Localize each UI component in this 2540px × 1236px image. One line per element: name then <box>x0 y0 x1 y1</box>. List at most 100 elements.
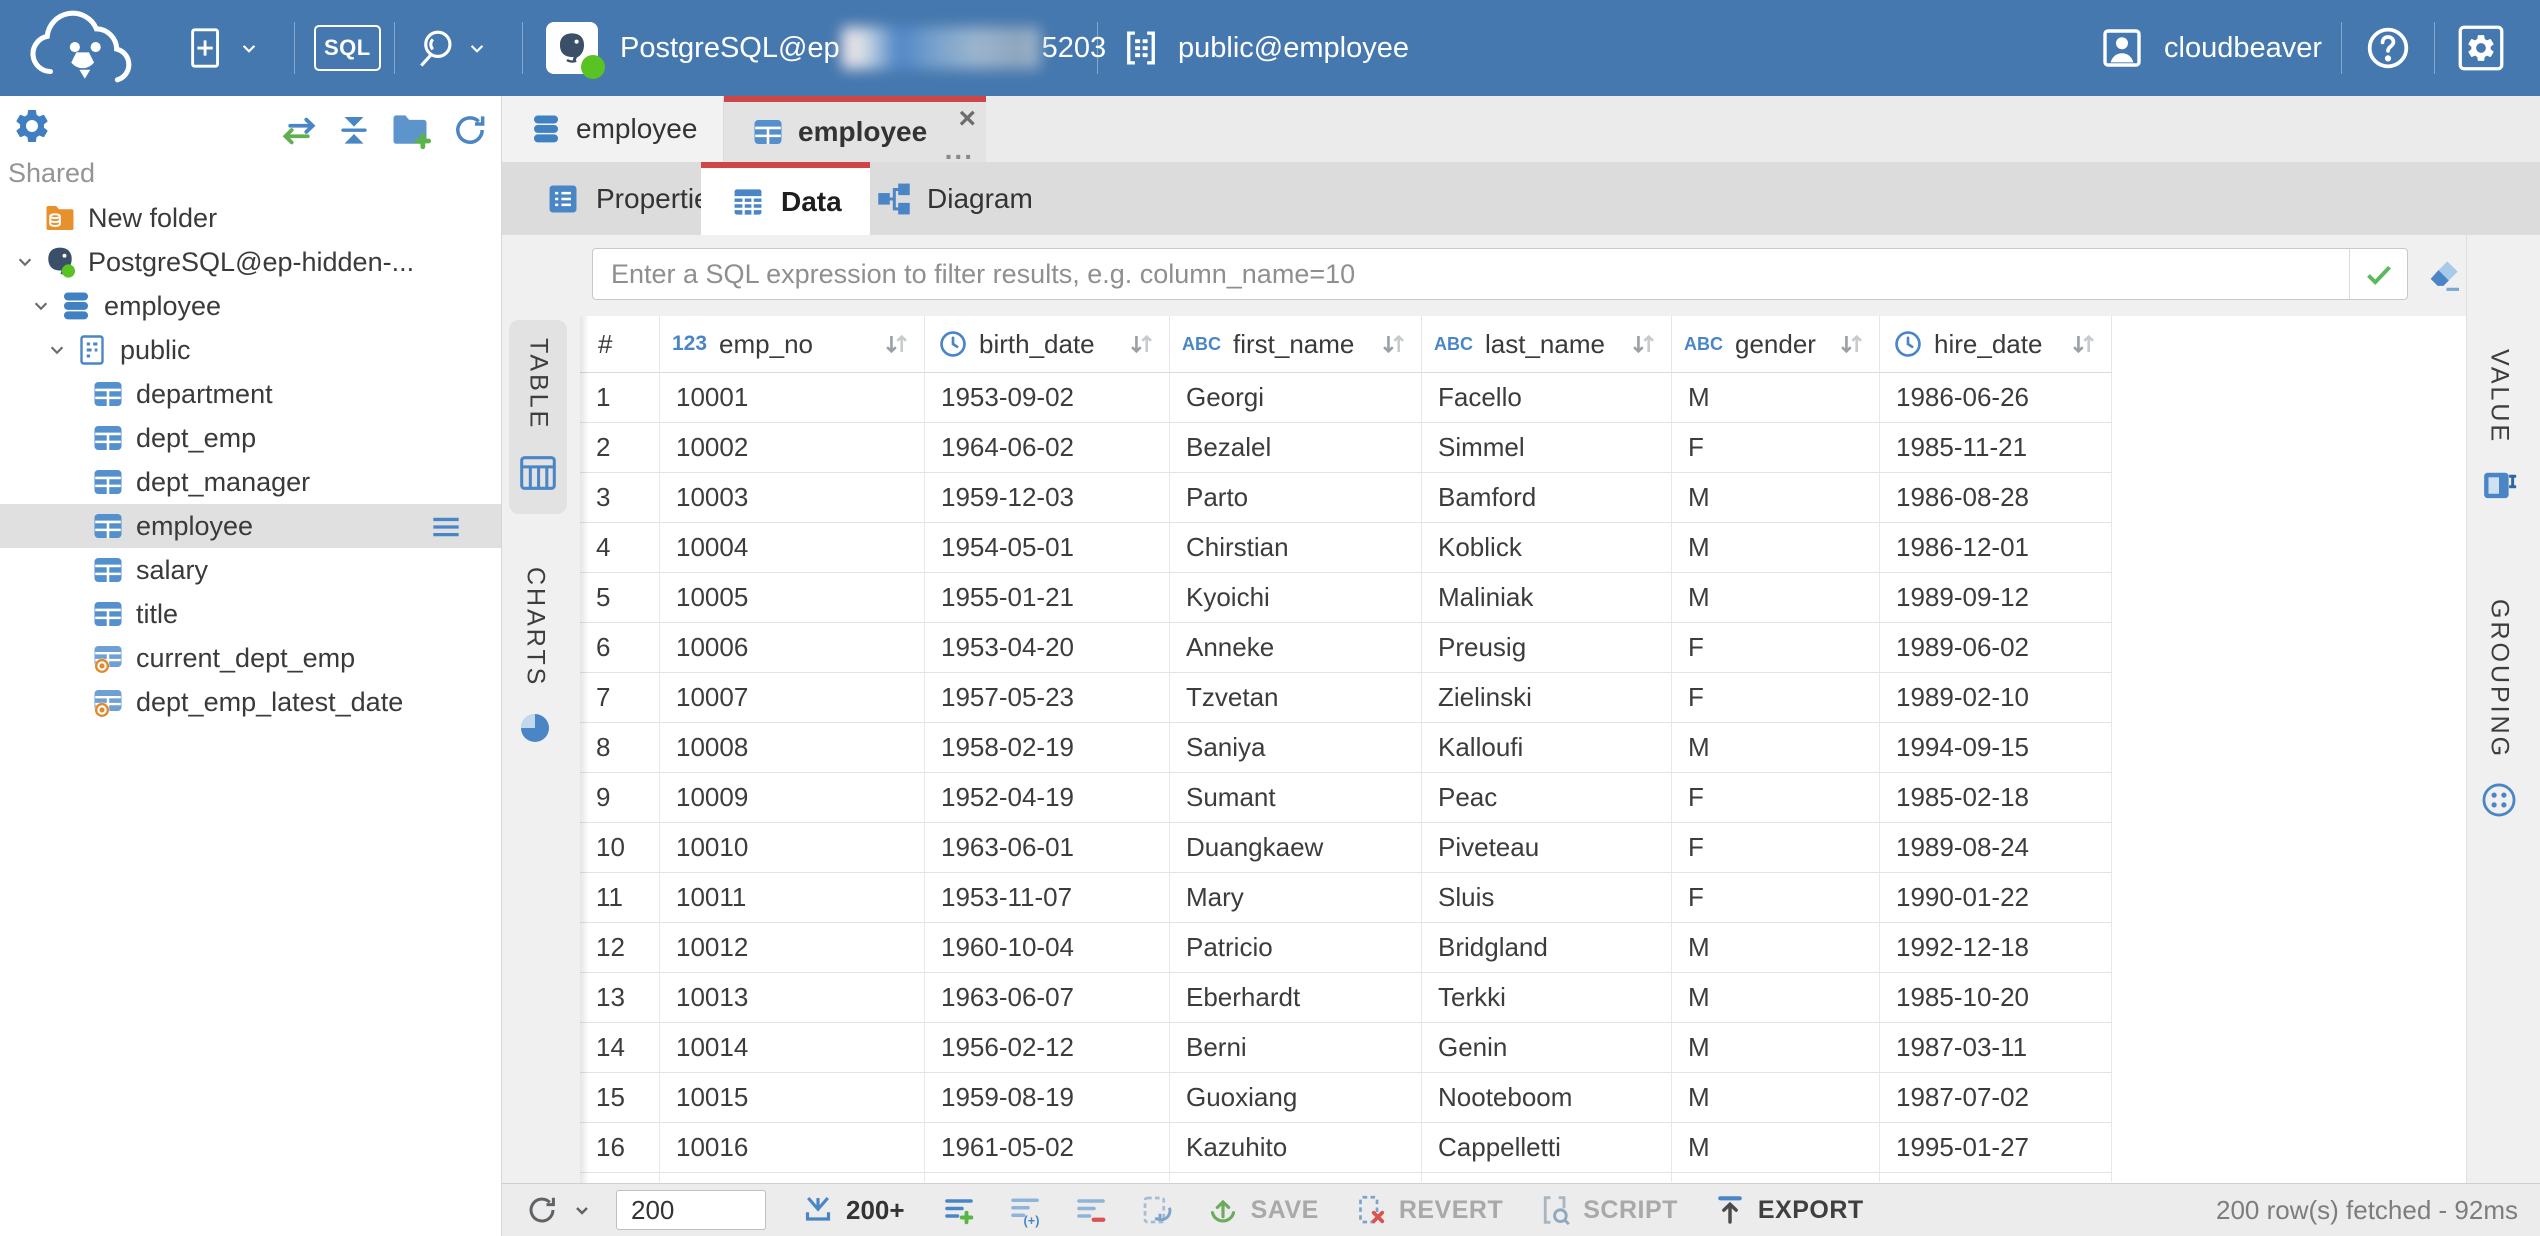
data-cell[interactable]: 10008 <box>660 723 925 773</box>
data-cell[interactable]: 1987-07-02 <box>1880 1073 2112 1123</box>
tree-item[interactable]: dept_emp <box>0 416 501 460</box>
data-cell[interactable]: 1985-02-18 <box>1880 773 2112 823</box>
data-cell[interactable]: M <box>1672 1073 1880 1123</box>
sort-icon[interactable] <box>880 328 912 360</box>
data-cell[interactable]: Terkki <box>1422 973 1672 1023</box>
data-cell[interactable]: Saniya <box>1170 723 1422 773</box>
data-cell[interactable]: Maliniak <box>1422 573 1672 623</box>
data-cell[interactable]: 1954-05-01 <box>925 523 1170 573</box>
data-cell[interactable]: Simmel <box>1422 423 1672 473</box>
data-cell[interactable]: Preusig <box>1422 623 1672 673</box>
duplicate-row-button[interactable]: (+) <box>1007 1192 1043 1228</box>
data-cell[interactable]: 10005 <box>660 573 925 623</box>
tab-more-indicator[interactable]: ... <box>945 136 974 164</box>
tab-table-view[interactable]: TABLE <box>509 320 567 514</box>
data-cell[interactable]: 10010 <box>660 823 925 873</box>
data-cell[interactable]: 10003 <box>660 473 925 523</box>
data-cell[interactable]: Bamford <box>1422 473 1672 523</box>
delete-row-button[interactable] <box>1073 1192 1109 1228</box>
data-cell[interactable]: Cappelletti <box>1422 1123 1672 1173</box>
data-cell[interactable]: 1987-03-11 <box>1880 1023 2112 1073</box>
data-cell[interactable]: M <box>1672 1123 1880 1173</box>
sort-icon[interactable] <box>1835 328 1867 360</box>
table-row[interactable]: 14100141956-02-12BerniGeninM1987-03-11 <box>580 1023 2113 1073</box>
data-cell[interactable]: Duangkaew <box>1170 823 1422 873</box>
new-connection-button[interactable] <box>184 0 262 96</box>
help-button[interactable] <box>2363 0 2413 96</box>
table-row[interactable]: 10100101963-06-01DuangkaewPiveteauF1989-… <box>580 823 2113 873</box>
data-cell[interactable]: F <box>1672 823 1880 873</box>
data-cell[interactable]: Zielinski <box>1422 673 1672 723</box>
data-cell[interactable]: 10004 <box>660 523 925 573</box>
data-cell[interactable]: 10012 <box>660 923 925 973</box>
data-cell[interactable]: 10013 <box>660 973 925 1023</box>
data-cell[interactable]: Kazuhito <box>1170 1123 1422 1173</box>
data-cell[interactable]: Peac <box>1422 773 1672 823</box>
save-button[interactable]: SAVE <box>1205 1192 1319 1228</box>
data-cell[interactable]: Koblick <box>1422 523 1672 573</box>
table-row[interactable]: 15100151959-08-19GuoxiangNooteboomM1987-… <box>580 1073 2113 1123</box>
data-cell[interactable]: 10014 <box>660 1023 925 1073</box>
tree-item[interactable]: department <box>0 372 501 416</box>
chevron-down-icon[interactable] <box>42 337 72 363</box>
table-row[interactable]: 11100111953-11-07MarySluisF1990-01-22 <box>580 873 2113 923</box>
data-cell[interactable]: 1953-04-20 <box>925 623 1170 673</box>
tab-diagram[interactable]: Diagram <box>847 162 1061 235</box>
data-cell[interactable]: Tzvetan <box>1170 673 1422 723</box>
sync-arrows-icon[interactable] <box>278 110 320 152</box>
data-cell[interactable]: 10016 <box>660 1123 925 1173</box>
tab-employee-database[interactable]: employee <box>502 96 724 162</box>
data-cell[interactable]: 10001 <box>660 373 925 423</box>
chevron-down-icon[interactable] <box>10 249 40 275</box>
data-cell[interactable]: M <box>1672 923 1880 973</box>
connection-selector[interactable]: PostgreSQL@ep 5203 <box>546 0 1106 96</box>
table-row[interactable]: 12100121960-10-04PatricioBridglandM1992-… <box>580 923 2113 973</box>
data-cell[interactable]: 1955-01-21 <box>925 573 1170 623</box>
data-cell[interactable]: Kalloufi <box>1422 723 1672 773</box>
fetch-more-button[interactable]: 200+ <box>800 1192 905 1228</box>
data-cell[interactable]: Sumant <box>1170 773 1422 823</box>
tree-item[interactable]: PostgreSQL@ep-hidden-... <box>0 240 501 284</box>
sort-icon[interactable] <box>1125 328 1157 360</box>
table-row[interactable]: 5100051955-01-21KyoichiMaliniakM1989-09-… <box>580 573 2113 623</box>
data-cell[interactable]: Berni <box>1170 1023 1422 1073</box>
column-header[interactable]: ABC last_name <box>1422 316 1672 373</box>
data-cell[interactable]: 1964-06-02 <box>925 423 1170 473</box>
data-cell[interactable]: M <box>1672 523 1880 573</box>
data-cell[interactable]: 1958-02-19 <box>925 723 1170 773</box>
data-cell[interactable]: Eberhardt <box>1170 973 1422 1023</box>
table-row[interactable]: 6100061953-04-20AnnekePreusigF1989-06-02 <box>580 623 2113 673</box>
tree-item[interactable]: public <box>0 328 501 372</box>
data-cell[interactable]: M <box>1672 573 1880 623</box>
data-cell[interactable]: F <box>1672 773 1880 823</box>
driver-search-button[interactable] <box>414 0 490 96</box>
sql-filter-input[interactable] <box>593 259 2349 290</box>
tree-item[interactable]: dept_emp_latest_date <box>0 680 501 724</box>
data-cell[interactable]: 1986-12-01 <box>1880 523 2112 573</box>
data-cell[interactable]: Bridgland <box>1422 923 1672 973</box>
data-cell[interactable]: Nooteboom <box>1422 1073 1672 1123</box>
table-row[interactable]: 13100131963-06-07EberhardtTerkkiM1985-10… <box>580 973 2113 1023</box>
close-icon[interactable]: × <box>958 104 976 134</box>
tab-data[interactable]: Data <box>701 162 870 235</box>
data-cell[interactable]: Facello <box>1422 373 1672 423</box>
data-cell[interactable]: 10011 <box>660 873 925 923</box>
script-button[interactable]: SCRIPT <box>1537 1192 1678 1228</box>
user-menu[interactable]: cloudbeaver <box>2098 0 2322 96</box>
data-cell[interactable]: 10009 <box>660 773 925 823</box>
data-cell[interactable]: Anneke <box>1170 623 1422 673</box>
data-cell[interactable]: 1985-11-21 <box>1880 423 2112 473</box>
data-cell[interactable]: F <box>1672 873 1880 923</box>
data-cell[interactable]: Bezalel <box>1170 423 1422 473</box>
data-cell[interactable]: Kyoichi <box>1170 573 1422 623</box>
column-header[interactable]: birth_date <box>925 316 1170 373</box>
data-cell[interactable]: Sluis <box>1422 873 1672 923</box>
table-row[interactable]: 1100011953-09-02GeorgiFacelloM1986-06-26 <box>580 373 2113 423</box>
data-cell[interactable]: 1989-02-10 <box>1880 673 2112 723</box>
column-header[interactable]: ABC gender <box>1672 316 1880 373</box>
data-cell[interactable]: 1961-05-02 <box>925 1123 1170 1173</box>
refresh-icon[interactable] <box>450 110 490 150</box>
sort-icon[interactable] <box>2067 328 2099 360</box>
data-cell[interactable]: Guoxiang <box>1170 1073 1422 1123</box>
export-button[interactable]: EXPORT <box>1712 1192 1864 1228</box>
